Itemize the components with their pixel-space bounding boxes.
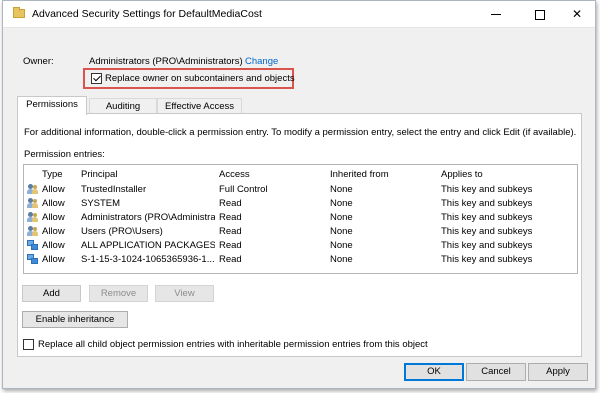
row-inherited-from: None xyxy=(330,240,353,251)
row-applies-to: This key and subkeys xyxy=(441,184,533,195)
close-icon: ✕ xyxy=(571,7,583,21)
app-package-icon xyxy=(27,253,39,265)
ok-button[interactable]: OK xyxy=(404,363,464,381)
tab-effective-access[interactable]: Effective Access xyxy=(157,98,242,114)
row-inherited-from: None xyxy=(330,212,353,223)
row-access: Read xyxy=(219,198,242,209)
row-principal: Administrators (PRO\Administrat... xyxy=(81,212,215,223)
user-group-icon xyxy=(27,225,39,237)
permission-entries-list[interactable]: Type Principal Access Inherited from App… xyxy=(23,164,578,274)
row-type: Allow xyxy=(42,184,65,195)
row-access: Read xyxy=(219,254,242,265)
replace-owner-checkbox[interactable] xyxy=(91,73,102,84)
minimize-icon xyxy=(491,14,501,16)
row-inherited-from: None xyxy=(330,254,353,265)
table-row[interactable]: Allow Users (PRO\Users) Read None This k… xyxy=(24,225,577,239)
minimize-button[interactable] xyxy=(478,1,514,28)
row-principal: SYSTEM xyxy=(81,198,121,209)
title-bar[interactable]: Advanced Security Settings for DefaultMe… xyxy=(3,1,595,28)
replace-child-label[interactable]: Replace all child object permission entr… xyxy=(38,339,428,350)
column-header-inherited-from[interactable]: Inherited from xyxy=(330,169,389,180)
user-group-icon xyxy=(27,211,39,223)
row-type: Allow xyxy=(42,240,65,251)
replace-owner-highlight: Replace owner on subcontainers and objec… xyxy=(83,68,295,89)
row-type: Allow xyxy=(42,254,65,265)
remove-button[interactable]: Remove xyxy=(89,285,148,302)
window-title: Advanced Security Settings for DefaultMe… xyxy=(32,8,262,20)
column-header-principal[interactable]: Principal xyxy=(81,169,215,180)
row-type: Allow xyxy=(42,198,65,209)
column-header-type[interactable]: Type xyxy=(42,169,63,180)
row-inherited-from: None xyxy=(330,184,353,195)
row-principal: S-1-15-3-1024-1065365936-1... xyxy=(81,254,215,265)
maximize-button[interactable] xyxy=(522,1,558,28)
row-principal: Users (PRO\Users) xyxy=(81,226,163,237)
permissions-info-text: For additional information, double-click… xyxy=(24,127,577,138)
tab-permissions[interactable]: Permissions xyxy=(17,96,87,115)
row-inherited-from: None xyxy=(330,226,353,237)
user-group-icon xyxy=(27,183,39,195)
permission-entries-label: Permission entries: xyxy=(24,149,105,160)
replace-child-checkbox[interactable] xyxy=(23,339,34,350)
column-header-access[interactable]: Access xyxy=(219,169,250,180)
enable-inheritance-button[interactable]: Enable inheritance xyxy=(22,311,128,328)
folder-icon xyxy=(13,7,25,18)
table-row[interactable]: Allow SYSTEM Read None This key and subk… xyxy=(24,197,577,211)
close-button[interactable]: ✕ xyxy=(559,1,595,28)
table-row[interactable]: Allow Administrators (PRO\Administrat...… xyxy=(24,211,577,225)
add-button[interactable]: Add xyxy=(22,285,81,302)
row-principal: TrustedInstaller xyxy=(81,184,147,195)
row-type: Allow xyxy=(42,212,65,223)
row-access: Read xyxy=(219,240,242,251)
user-group-icon xyxy=(27,197,39,209)
change-owner-link[interactable]: Change xyxy=(245,56,278,67)
row-applies-to: This key and subkeys xyxy=(441,254,533,265)
column-header-applies-to[interactable]: Applies to xyxy=(441,169,483,180)
row-applies-to: This key and subkeys xyxy=(441,198,533,209)
cancel-button[interactable]: Cancel xyxy=(466,363,526,381)
list-header: Type Principal Access Inherited from App… xyxy=(24,165,577,182)
table-row[interactable]: Allow TrustedInstaller Full Control None… xyxy=(24,183,577,197)
row-applies-to: This key and subkeys xyxy=(441,212,533,223)
security-settings-dialog: Advanced Security Settings for DefaultMe… xyxy=(2,0,596,389)
replace-owner-label[interactable]: Replace owner on subcontainers and objec… xyxy=(105,73,295,84)
table-row[interactable]: Allow S-1-15-3-1024-1065365936-1... Read… xyxy=(24,253,577,267)
row-applies-to: This key and subkeys xyxy=(441,226,533,237)
maximize-icon xyxy=(535,9,545,20)
owner-label: Owner: xyxy=(23,56,54,67)
row-inherited-from: None xyxy=(330,198,353,209)
row-applies-to: This key and subkeys xyxy=(441,240,533,251)
table-row[interactable]: Allow ALL APPLICATION PACKAGES Read None… xyxy=(24,239,577,253)
row-type: Allow xyxy=(42,226,65,237)
view-button[interactable]: View xyxy=(155,285,214,302)
row-access: Full Control xyxy=(219,184,268,195)
row-access: Read xyxy=(219,226,242,237)
tab-auditing[interactable]: Auditing xyxy=(89,98,157,114)
row-access: Read xyxy=(219,212,242,223)
owner-value: Administrators (PRO\Administrators) xyxy=(89,56,243,67)
row-principal: ALL APPLICATION PACKAGES xyxy=(81,240,215,251)
permissions-panel: For additional information, double-click… xyxy=(17,113,582,357)
apply-button[interactable]: Apply xyxy=(528,363,588,381)
app-package-icon xyxy=(27,239,39,251)
